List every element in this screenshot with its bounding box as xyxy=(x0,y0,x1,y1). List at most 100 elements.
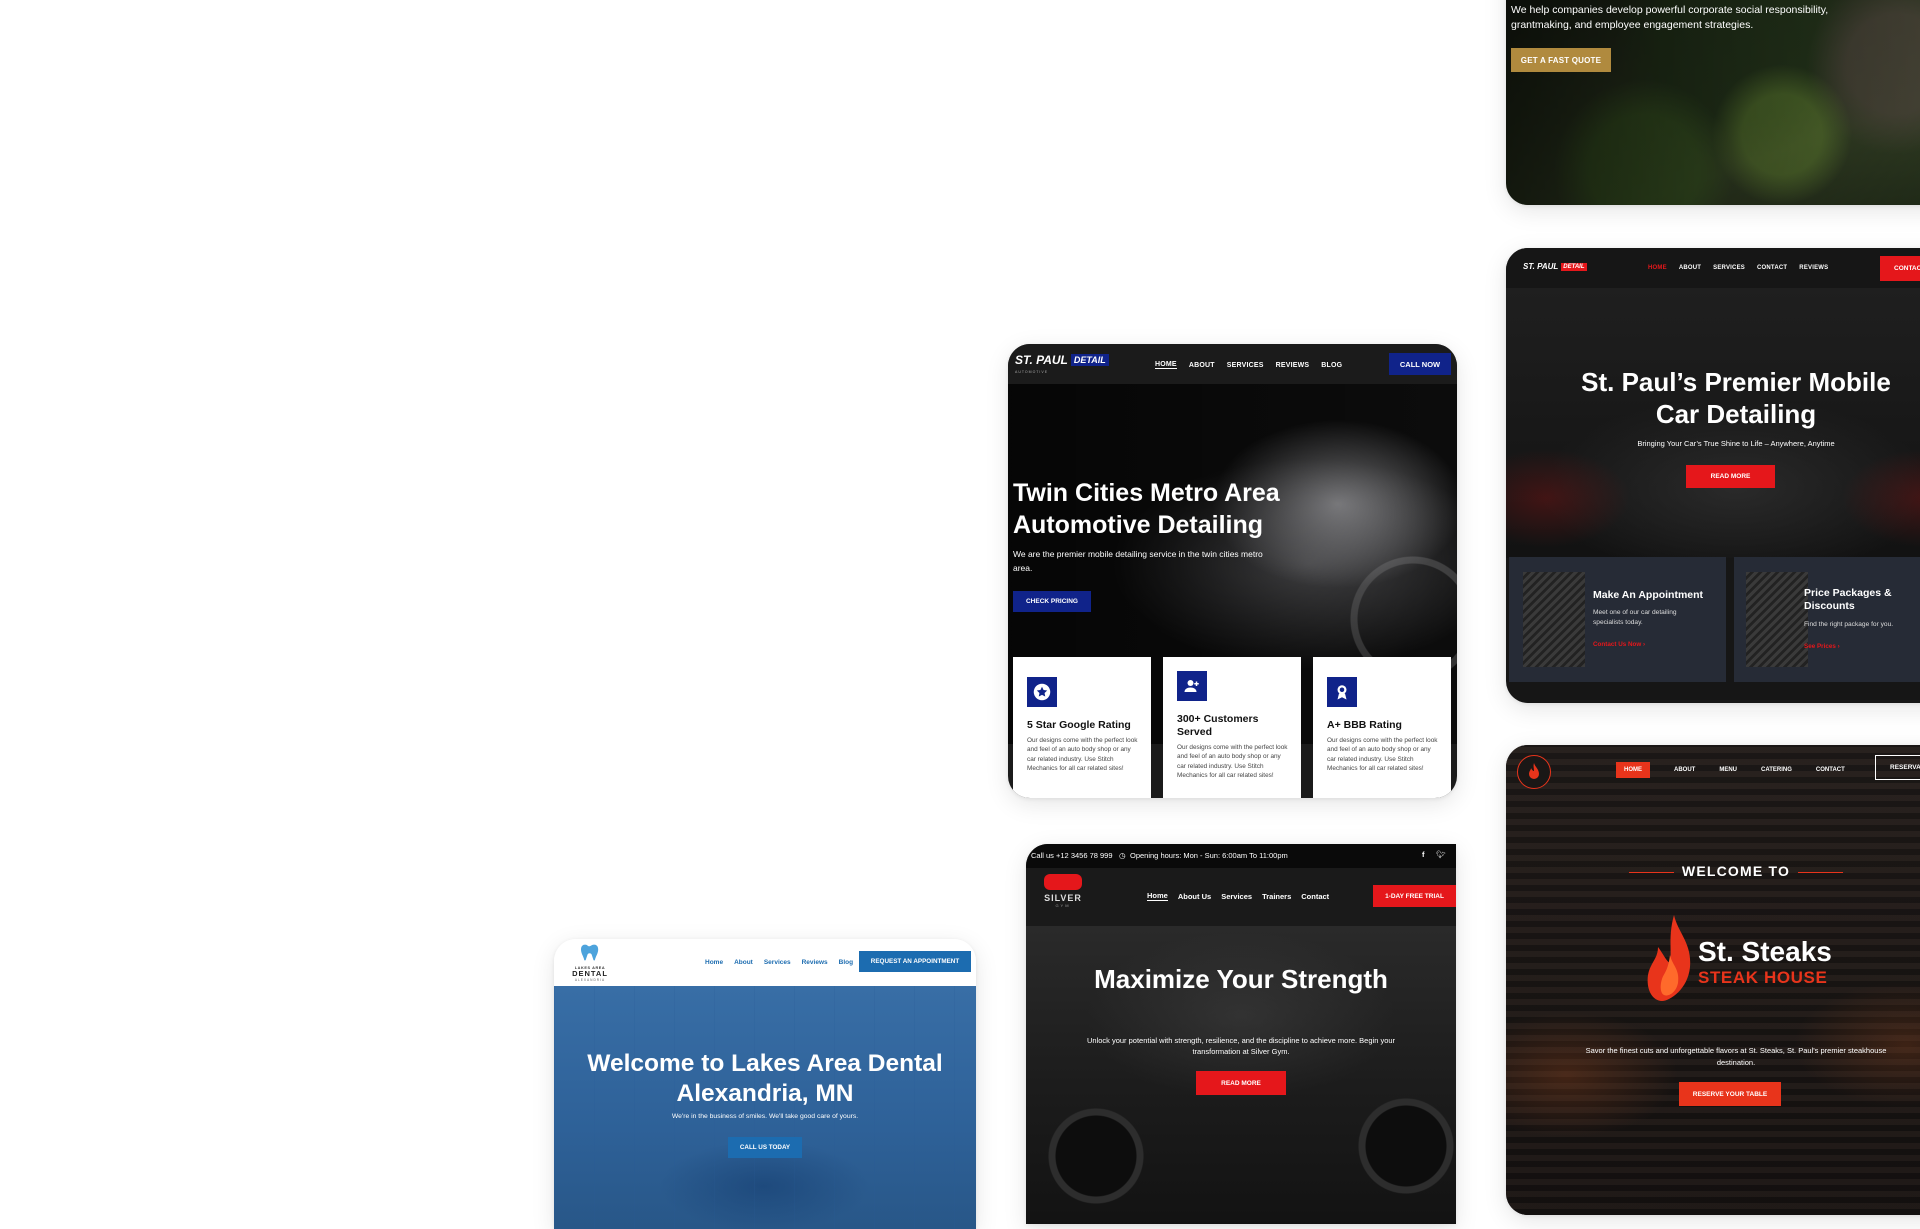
logo-text: ST. PAUL xyxy=(1015,353,1068,367)
nav-contact[interactable]: Contact xyxy=(1301,892,1329,901)
st-steaks-site-preview: HOME ABOUT MENU CATERING CONTACT RESERVA… xyxy=(1506,745,1920,1215)
panel-title: Make An Appointment xyxy=(1593,589,1704,601)
top-info-bar: Call us +12 3456 78 999 ◷ Opening hours:… xyxy=(1026,844,1456,868)
hero-subheading: We are the premier mobile detailing serv… xyxy=(1013,549,1263,573)
welcome-heading: WELCOME TO xyxy=(1681,863,1791,879)
nav-services[interactable]: Services xyxy=(1221,892,1252,901)
nav-about[interactable]: ABOUT xyxy=(1679,265,1701,271)
reservation-button[interactable]: RESERVA xyxy=(1875,755,1920,780)
site-header: SILVER GYM Home About Us Services Traine… xyxy=(1026,868,1456,926)
opening-hours: Opening hours: Mon - Sun: 6:00am To 11:0… xyxy=(1130,851,1288,860)
hero-heading: Twin Cities Metro Area Automotive Detail… xyxy=(1013,479,1280,539)
contact-button[interactable]: CONTAC xyxy=(1880,256,1920,281)
nav-reviews[interactable]: Reviews xyxy=(802,959,828,966)
kettlebell-icon xyxy=(1044,874,1082,890)
csr-description: We help companies develop powerful corpo… xyxy=(1511,4,1829,31)
nav-menu[interactable]: MENU xyxy=(1695,762,1737,778)
feature-title: A+ BBB Rating xyxy=(1327,719,1402,731)
pricing-panel: Price Packages & Discounts Find the righ… xyxy=(1734,557,1920,682)
hero-subheading: Unlock your potential with strength, res… xyxy=(1086,1036,1396,1056)
call-us-button[interactable]: CALL US TODAY xyxy=(728,1137,802,1158)
link-label: Contact Us Now xyxy=(1593,641,1642,648)
request-appointment-button[interactable]: REQUEST AN APPOINTMENT xyxy=(859,951,971,972)
site-logo[interactable]: LAKES AREA DENTAL ALEXANDRIA xyxy=(562,943,618,982)
panel-text: Meet one of our car detailing specialist… xyxy=(1593,609,1677,626)
divider xyxy=(1798,872,1843,873)
main-nav: HOME ABOUT SERVICES REVIEWS BLOG xyxy=(1155,361,1342,369)
nav-contact[interactable]: CONTACT xyxy=(1792,762,1845,778)
feature-card-rating: 5 Star Google Rating Our designs come wi… xyxy=(1013,657,1151,798)
logo-text: SILVER xyxy=(1044,893,1082,903)
nav-reviews[interactable]: REVIEWS xyxy=(1276,362,1310,369)
nav-services[interactable]: SERVICES xyxy=(1713,265,1745,271)
nav-home[interactable]: HOME xyxy=(1155,361,1177,369)
silver-gym-site-preview: Call us +12 3456 78 999 ◷ Opening hours:… xyxy=(1026,844,1456,1224)
nav-reviews[interactable]: REVIEWS xyxy=(1799,265,1828,271)
user-add-icon xyxy=(1177,671,1207,701)
st-paul-premier-site-preview: ST. PAUL DETAIL HOME ABOUT SERVICES CONT… xyxy=(1506,248,1920,703)
logo-text: ST. PAUL xyxy=(1523,262,1559,271)
nav-home[interactable]: HOME xyxy=(1616,762,1650,778)
chevron-right-icon: › xyxy=(1643,641,1646,648)
contact-us-link[interactable]: Contact Us Now › xyxy=(1593,641,1645,648)
nav-about-us[interactable]: About Us xyxy=(1178,892,1211,901)
site-header: ST. PAUL DETAIL HOME ABOUT SERVICES CONT… xyxy=(1506,248,1920,288)
main-nav: HOME ABOUT SERVICES CONTACT REVIEWS xyxy=(1648,265,1828,271)
see-prices-link[interactable]: See Prices › xyxy=(1804,643,1840,650)
hero-subheading: Savor the finest cuts and unforgettable … xyxy=(1585,1046,1887,1067)
facebook-icon[interactable]: f xyxy=(1422,850,1425,859)
twitter-icon[interactable]: 🐦︎ xyxy=(1436,850,1446,859)
nav-about[interactable]: ABOUT xyxy=(1189,362,1215,369)
hero-subheading: We're in the business of smiles. We'll t… xyxy=(671,1113,859,1120)
site-logo[interactable]: ST. PAUL DETAIL xyxy=(1015,353,1109,367)
nav-catering[interactable]: CATERING xyxy=(1737,762,1792,778)
reserve-table-button[interactable]: RESERVE YOUR TABLE xyxy=(1679,1082,1781,1106)
site-logo[interactable]: SILVER GYM xyxy=(1039,874,1087,908)
nav-about[interactable]: About xyxy=(734,959,753,966)
nav-blog[interactable]: BLOG xyxy=(1321,362,1342,369)
main-nav: Home About Us Services Trainers Contact xyxy=(1147,891,1329,901)
nav-home[interactable]: HOME xyxy=(1648,265,1667,271)
feature-text: Our designs come with the perfect look a… xyxy=(1327,737,1438,773)
nav-home[interactable]: Home xyxy=(705,959,723,966)
nav-blog[interactable]: Blog xyxy=(839,959,853,966)
logo-subtext: AUTOMOTIVE xyxy=(1015,370,1049,374)
nav-trainers[interactable]: Trainers xyxy=(1262,892,1291,901)
grille-photo xyxy=(1746,572,1808,667)
phone-number[interactable]: Call us +12 3456 78 999 xyxy=(1031,851,1113,860)
site-header: ST. PAUL DETAIL AUTOMOTIVE HOME ABOUT SE… xyxy=(1008,344,1457,384)
nav-services[interactable]: Services xyxy=(764,959,791,966)
chevron-right-icon: › xyxy=(1837,643,1840,650)
read-more-button[interactable]: READ MORE xyxy=(1196,1071,1286,1095)
star-icon xyxy=(1027,677,1057,707)
site-logo[interactable] xyxy=(1517,755,1551,789)
read-more-button[interactable]: READ MORE xyxy=(1686,465,1775,488)
feature-card-customers: 300+ Customers Served Our designs come w… xyxy=(1163,657,1301,798)
clock-icon: ◷ xyxy=(1119,851,1126,860)
csr-site-preview: We help companies develop powerful corpo… xyxy=(1506,0,1920,205)
site-logo[interactable]: ST. PAUL DETAIL xyxy=(1523,262,1587,271)
feature-text: Our designs come with the perfect look a… xyxy=(1027,737,1138,773)
main-nav: HOME ABOUT MENU CATERING CONTACT xyxy=(1616,762,1845,778)
appointment-panel: Make An Appointment Meet one of our car … xyxy=(1509,557,1726,682)
fast-quote-button[interactable]: GET A FAST QUOTE xyxy=(1511,48,1611,72)
detailing-photo xyxy=(1523,572,1585,667)
feature-title: 5 Star Google Rating xyxy=(1027,719,1131,731)
feature-card-bbb: A+ BBB Rating Our designs come with the … xyxy=(1313,657,1451,798)
site-header: LAKES AREA DENTAL ALEXANDRIA Home About … xyxy=(554,939,976,986)
nav-services[interactable]: SERVICES xyxy=(1227,362,1264,369)
st-paul-detail-site-preview: ST. PAUL DETAIL AUTOMOTIVE HOME ABOUT SE… xyxy=(1008,344,1457,798)
nav-contact[interactable]: CONTACT xyxy=(1757,265,1787,271)
brand-name: St. Steaks xyxy=(1698,936,1832,967)
hero-subheading: Bringing Your Car’s True Shine to Life –… xyxy=(1637,439,1835,448)
nav-home[interactable]: Home xyxy=(1147,891,1168,901)
panel-title: Price Packages & Discounts xyxy=(1804,587,1892,612)
call-now-button[interactable]: CALL NOW xyxy=(1389,353,1451,375)
hero-heading: Maximize Your Strength xyxy=(1094,964,1388,994)
nav-about[interactable]: ABOUT xyxy=(1650,762,1695,778)
hero-heading: St. Paul’s Premier Mobile Car Detailing xyxy=(1581,367,1891,429)
check-pricing-button[interactable]: CHECK PRICING xyxy=(1013,591,1091,612)
feature-text: Our designs come with the perfect look a… xyxy=(1177,744,1288,780)
logo-text: DENTAL xyxy=(572,969,608,978)
free-trial-button[interactable]: 1-DAY FREE TRIAL xyxy=(1373,885,1456,907)
